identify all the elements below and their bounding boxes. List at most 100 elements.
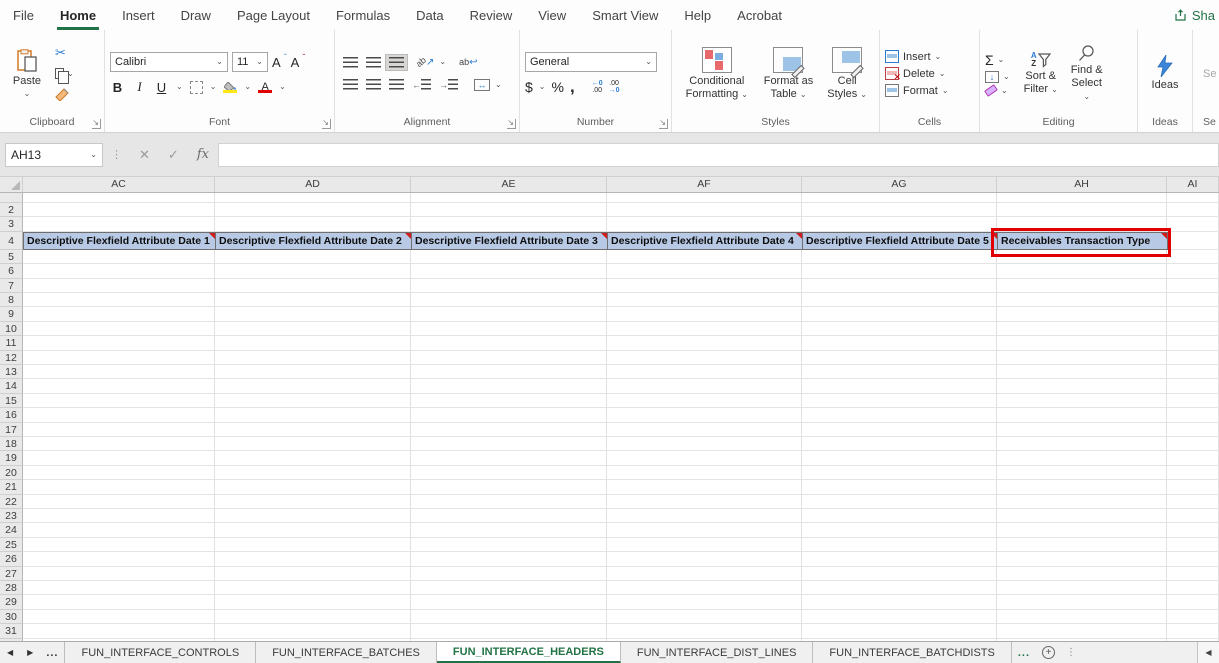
- row-header-3[interactable]: 3: [0, 217, 23, 232]
- row-header-22[interactable]: 22: [0, 494, 23, 509]
- shrink-font-button[interactable]: Aˇ: [291, 53, 306, 70]
- format-as-table-button[interactable]: Format as Table ⌄: [757, 45, 819, 103]
- row-header-7[interactable]: 7: [0, 278, 23, 293]
- cancel-entry-button[interactable]: ✕: [130, 147, 159, 163]
- ribbon-tab-home[interactable]: Home: [47, 0, 109, 30]
- share-button[interactable]: Sha: [1164, 0, 1219, 30]
- merge-center-button[interactable]: ↔: [471, 77, 493, 93]
- sort-filter-button[interactable]: AZ Sort & Filter ⌄: [1018, 50, 1064, 98]
- header-cell-AC4[interactable]: Descriptive Flexfield Attribute Date 1: [23, 231, 216, 250]
- ribbon-tab-page-layout[interactable]: Page Layout: [224, 0, 323, 30]
- row-header-15[interactable]: 15: [0, 393, 23, 409]
- sheet-overflow-left[interactable]: ...: [40, 642, 64, 663]
- font-name-combo[interactable]: Calibri ⌄: [110, 52, 228, 72]
- align-bottom-button[interactable]: [385, 53, 408, 71]
- row-header-26[interactable]: 26: [0, 552, 23, 567]
- align-center-button[interactable]: [363, 77, 384, 92]
- header-cell-AE4[interactable]: Descriptive Flexfield Attribute Date 3: [411, 231, 608, 250]
- font-size-combo[interactable]: 11 ⌄: [232, 52, 268, 72]
- accounting-format-button[interactable]: $: [525, 79, 533, 95]
- sensitivity-button[interactable]: Se: [1203, 68, 1216, 80]
- row-header-5[interactable]: 5: [0, 249, 23, 265]
- ribbon-tab-view[interactable]: View: [525, 0, 579, 30]
- row-header-21[interactable]: 21: [0, 480, 23, 495]
- insert-cells-button[interactable]: Insert ⌄: [885, 50, 949, 63]
- row-header-29[interactable]: 29: [0, 595, 23, 610]
- orientation-button[interactable]: ab ↗: [413, 55, 437, 70]
- row-header-9[interactable]: 9: [0, 307, 23, 322]
- cut-button[interactable]: ✂: [55, 45, 74, 61]
- row-header-13[interactable]: 13: [0, 365, 23, 380]
- row-header-6[interactable]: 6: [0, 264, 23, 279]
- row-header-8[interactable]: 8: [0, 293, 23, 308]
- find-select-button[interactable]: Find & Select ⌄: [1064, 43, 1110, 105]
- clear-button[interactable]: ⌄: [984, 84, 1010, 97]
- ribbon-tab-data[interactable]: Data: [403, 0, 456, 30]
- row-header-23[interactable]: 23: [0, 509, 23, 524]
- hscroll-left-button[interactable]: ◀: [1197, 642, 1219, 663]
- ideas-button[interactable]: Ideas: [1148, 53, 1183, 94]
- header-cell-AD4[interactable]: Descriptive Flexfield Attribute Date 2: [215, 231, 412, 250]
- align-left-button[interactable]: [340, 77, 361, 92]
- column-header-AG[interactable]: AG: [802, 177, 997, 192]
- confirm-entry-button[interactable]: ✓: [159, 147, 188, 163]
- column-header-AI[interactable]: AI: [1167, 177, 1219, 192]
- sheet-tab-fun_interface_batchdists[interactable]: FUN_INTERFACE_BATCHDISTS: [813, 642, 1012, 663]
- ribbon-tab-draw[interactable]: Draw: [168, 0, 224, 30]
- sheet-tab-fun_interface_headers[interactable]: FUN_INTERFACE_HEADERS: [436, 642, 621, 663]
- ribbon-tab-smart-view[interactable]: Smart View: [579, 0, 671, 30]
- cell-styles-button[interactable]: Cell Styles ⌄: [821, 45, 873, 103]
- new-sheet-button[interactable]: +: [1036, 642, 1061, 663]
- row-header-25[interactable]: 25: [0, 537, 23, 553]
- format-cells-button[interactable]: Format ⌄: [885, 84, 949, 97]
- row-header-4[interactable]: 4: [0, 231, 23, 250]
- increase-decimal-button[interactable]: ←0.00: [592, 80, 603, 94]
- ribbon-tab-formulas[interactable]: Formulas: [323, 0, 403, 30]
- ribbon-tab-acrobat[interactable]: Acrobat: [724, 0, 795, 30]
- row-header-18[interactable]: 18: [0, 437, 23, 452]
- percent-style-button[interactable]: %: [552, 79, 564, 95]
- formula-input[interactable]: [217, 142, 1219, 167]
- ribbon-tab-insert[interactable]: Insert: [109, 0, 168, 30]
- sheet-nav-right-button[interactable]: ▶: [20, 642, 40, 663]
- ribbon-tab-file[interactable]: File: [0, 0, 47, 30]
- header-cell-AF4[interactable]: Descriptive Flexfield Attribute Date 4: [607, 231, 803, 250]
- column-header-AF[interactable]: AF: [607, 177, 802, 192]
- alignment-dialog-launcher[interactable]: ↘: [507, 119, 516, 129]
- comma-style-button[interactable]: ,: [570, 78, 575, 95]
- sheet-tab-fun_interface_dist_lines[interactable]: FUN_INTERFACE_DIST_LINES: [621, 642, 814, 663]
- row-header-20[interactable]: 20: [0, 465, 23, 481]
- fill-button[interactable]: ↓ ⌄: [985, 70, 1010, 83]
- column-header-AH[interactable]: AH: [997, 177, 1167, 192]
- decrease-indent-button[interactable]: ←: [409, 77, 434, 92]
- row-header-27[interactable]: 27: [0, 566, 23, 581]
- row-header-10[interactable]: 10: [0, 321, 23, 337]
- font-dialog-launcher[interactable]: ↘: [322, 119, 331, 129]
- clipboard-dialog-launcher[interactable]: ↘: [92, 119, 101, 129]
- delete-cells-button[interactable]: Delete⌄: [885, 67, 949, 83]
- wrap-text-button[interactable]: ab ↩: [456, 55, 480, 70]
- sheet-tab-fun_interface_controls[interactable]: FUN_INTERFACE_CONTROLS: [64, 642, 257, 663]
- name-box[interactable]: AH13 ⌄: [5, 142, 103, 167]
- row-header-17[interactable]: 17: [0, 422, 23, 437]
- row-header-28[interactable]: 28: [0, 581, 23, 596]
- sheet-overflow-right[interactable]: ...: [1012, 642, 1036, 663]
- paste-button[interactable]: Paste ⌄: [5, 47, 49, 100]
- insert-function-button[interactable]: fx: [188, 147, 218, 162]
- select-all-corner[interactable]: [0, 177, 23, 192]
- spreadsheet-grid[interactable]: 1234567891011121314151617181920212223242…: [0, 193, 1219, 641]
- number-format-combo[interactable]: General ⌄: [525, 52, 657, 72]
- italic-button[interactable]: I: [132, 79, 147, 95]
- row-header-31[interactable]: 31: [0, 624, 23, 639]
- format-painter-button[interactable]: [55, 87, 74, 103]
- row-header-16[interactable]: 16: [0, 408, 23, 423]
- fill-color-button[interactable]: [223, 81, 238, 93]
- row-header-1[interactable]: 1: [0, 193, 23, 203]
- row-header-2[interactable]: 2: [0, 203, 23, 218]
- column-header-AE[interactable]: AE: [411, 177, 607, 192]
- align-right-button[interactable]: [386, 77, 407, 92]
- bold-button[interactable]: B: [110, 80, 125, 95]
- column-header-AC[interactable]: AC: [23, 177, 215, 192]
- sheet-nav-left-button[interactable]: ◀: [0, 642, 20, 663]
- column-header-AD[interactable]: AD: [215, 177, 411, 192]
